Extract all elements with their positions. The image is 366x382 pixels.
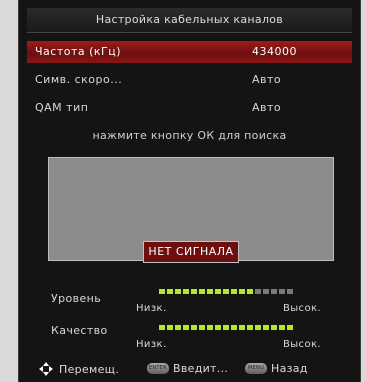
qam-type-label: QAM тип [35,101,89,114]
qam-type-value: Авто [252,101,282,114]
meter-segment [183,289,189,294]
footer-move-label: Перемещ. [59,362,120,376]
meter-segment [247,289,253,294]
symbol-rate-row[interactable]: Симв. скоро... Авто [27,69,352,91]
meter-segment [287,325,293,330]
navigation-arrows-icon [39,362,53,376]
meter-segment [271,325,277,330]
meter-segment [279,289,285,294]
menu-key-icon: MENU [245,363,267,374]
quality-label: Качество [51,324,108,337]
meter-segment [167,325,173,330]
quality-low-label: Низк. [136,339,167,350]
meter-segment [247,325,253,330]
meter-segment [159,325,165,330]
symbol-rate-value: Авто [252,73,282,86]
meter-segment [215,325,221,330]
meter-segment [215,289,221,294]
meter-segment [255,289,261,294]
meter-segment [175,289,181,294]
level-high-label: Высок. [283,303,321,314]
footer-back-hint: MENU Назад [245,362,308,375]
no-signal-badge: НЕТ СИГНАЛА [143,241,239,263]
meter-segment [271,289,277,294]
footer-enter-label: Введит... [173,362,229,375]
qam-type-row[interactable]: QAM тип Авто [27,97,352,119]
footer-enter-hint: ENTER Введит... [147,362,228,375]
meter-segment [255,325,261,330]
meter-segment [183,325,189,330]
meter-segment [175,325,181,330]
meter-segment [279,325,285,330]
meter-segment [199,325,205,330]
meter-segment [263,289,269,294]
meter-segment [199,289,205,294]
symbol-rate-label: Симв. скоро... [35,73,123,86]
screen-title: Настройка кабельных каналов [27,8,352,33]
meter-segment [191,325,197,330]
meter-segment [239,289,245,294]
meter-segment [231,325,237,330]
meter-segment [207,325,213,330]
meter-segment [231,289,237,294]
footer-back-label: Назад [271,362,308,375]
meter-segment [167,289,173,294]
level-low-label: Низк. [136,303,167,314]
meter-segment [191,289,197,294]
level-meter [159,289,293,294]
level-label: Уровень [51,292,102,305]
meter-segment [263,325,269,330]
meter-segment [223,289,229,294]
frequency-row[interactable]: Частота (кГц) 434000 [27,41,352,63]
footer-help-bar: Перемещ. ENTER Введит... MENU Назад [27,358,352,380]
search-hint: нажмите кнопку ОК для поиска [92,129,287,142]
frequency-value: 434000 [252,45,297,58]
meter-segment [239,325,245,330]
enter-key-icon: ENTER [147,363,169,374]
quality-meter [159,325,293,330]
frequency-label: Частота (кГц) [35,45,122,58]
meter-segment [223,325,229,330]
meter-segment [207,289,213,294]
quality-high-label: Высок. [283,339,321,350]
footer-move-hint: Перемещ. [39,362,119,376]
meter-segment [159,289,165,294]
cable-channel-setup-screen: Настройка кабельных каналов Частота (кГц… [18,0,361,382]
meter-segment [287,289,293,294]
